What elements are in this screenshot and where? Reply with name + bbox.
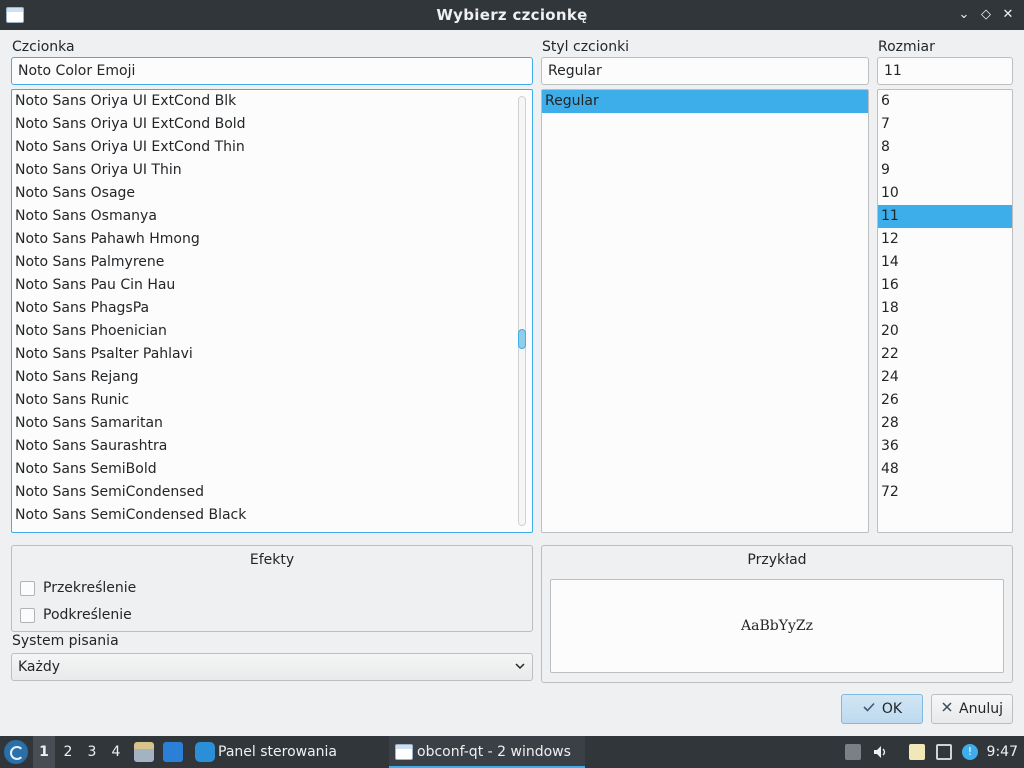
writing-system-label: System pisania [12, 633, 119, 649]
font-list-item[interactable]: Noto Sans Osmanya [12, 205, 532, 228]
size-list-item[interactable]: 20 [878, 320, 1012, 343]
cancel-label: Anuluj [959, 701, 1003, 717]
ok-button[interactable]: OK [841, 694, 923, 724]
size-list-item[interactable]: 8 [878, 136, 1012, 159]
font-list-item[interactable]: Noto Sans Samaritan [12, 412, 532, 435]
preview-text: AaBbYyZz [741, 618, 813, 634]
task-control-panel[interactable]: Panel sterowania [218, 736, 337, 768]
file-manager-icon[interactable] [134, 742, 154, 762]
battery-icon[interactable] [845, 744, 861, 760]
preview-title: Przykład [747, 552, 807, 568]
size-list-item[interactable]: 72 [878, 481, 1012, 504]
font-list-item[interactable]: Noto Sans Pahawh Hmong [12, 228, 532, 251]
clock[interactable]: 9:47 [987, 736, 1018, 768]
font-list[interactable]: Noto Sans Oriya UI ExtCond Blk Noto Sans … [11, 89, 533, 533]
close-icon [941, 701, 953, 717]
font-list-item[interactable]: Noto Sans Rejang [12, 366, 532, 389]
font-list-item[interactable]: Noto Sans SemiCondensed [12, 481, 532, 504]
preview-group: Przykład AaBbYyZz [541, 545, 1013, 683]
strikeout-label: Przekreślenie [43, 580, 137, 596]
desktop-icon[interactable] [163, 742, 183, 762]
size-list-item[interactable]: 11 [878, 205, 1012, 228]
task-obconf[interactable]: obconf-qt - 2 windows [389, 736, 585, 768]
workspace-4[interactable]: 4 [105, 736, 127, 768]
clipboard-icon[interactable] [909, 744, 925, 760]
start-menu-icon[interactable] [4, 740, 28, 764]
size-label: Rozmiar [878, 39, 935, 55]
size-list-item[interactable]: 14 [878, 251, 1012, 274]
window-title: Wybierz czcionkę [436, 6, 588, 24]
task-obconf-label: obconf-qt - 2 windows [417, 744, 571, 760]
style-list-item[interactable]: Regular [542, 90, 868, 113]
minimize-button[interactable]: ⌄ [954, 5, 974, 25]
effects-title: Efekty [249, 552, 295, 568]
checkmark-icon [862, 700, 876, 718]
font-list-item[interactable]: Noto Sans PhagsPa [12, 297, 532, 320]
style-list[interactable]: Regular [541, 89, 869, 533]
font-list-item[interactable]: Noto Sans SemiBold [12, 458, 532, 481]
underline-option[interactable]: Podkreślenie [20, 606, 132, 624]
font-list-item[interactable]: Noto Sans Saurashtra [12, 435, 532, 458]
workspace-1[interactable]: 1 [33, 736, 55, 768]
font-list-item[interactable]: Noto Sans Pau Cin Hau [12, 274, 532, 297]
network-icon[interactable] [936, 744, 952, 760]
size-list-item[interactable]: 7 [878, 113, 1012, 136]
font-input[interactable]: Noto Color Emoji [11, 57, 533, 85]
size-list-item[interactable]: 22 [878, 343, 1012, 366]
size-list-item[interactable]: 48 [878, 458, 1012, 481]
font-list-item[interactable]: Noto Sans Runic [12, 389, 532, 412]
workspace-3[interactable]: 3 [81, 736, 103, 768]
font-list-item[interactable]: Noto Sans Palmyrene [12, 251, 532, 274]
volume-icon[interactable] [872, 744, 888, 760]
font-list-item[interactable]: Noto Sans Osage [12, 182, 532, 205]
font-list-item[interactable]: Noto Sans Oriya UI Thin [12, 159, 532, 182]
ok-label: OK [881, 701, 903, 717]
writing-system-value: Każdy [18, 659, 61, 675]
size-list-item[interactable]: 6 [878, 90, 1012, 113]
size-list-item[interactable]: 36 [878, 435, 1012, 458]
size-list-item[interactable]: 24 [878, 366, 1012, 389]
chevron-down-icon [514, 658, 526, 677]
font-list-scrollbar-thumb[interactable] [518, 329, 526, 349]
font-label: Czcionka [12, 39, 75, 55]
size-list-item[interactable]: 9 [878, 159, 1012, 182]
font-list-item[interactable]: Noto Sans Oriya UI ExtCond Blk [12, 90, 532, 113]
style-label: Styl czcionki [542, 39, 630, 55]
window-titlebar[interactable]: Wybierz czcionkę ⌄ ◇ ✕ [0, 0, 1024, 30]
font-list-item[interactable]: Noto Sans Psalter Pahlavi [12, 343, 532, 366]
size-list-item[interactable]: 18 [878, 297, 1012, 320]
workspace-2[interactable]: 2 [57, 736, 79, 768]
size-list-item[interactable]: 26 [878, 389, 1012, 412]
font-list-item[interactable]: Noto Sans SemiCondensed Black [12, 504, 532, 527]
font-list-item[interactable]: Noto Sans Oriya UI ExtCond Thin [12, 136, 532, 159]
effects-group: Efekty Przekreślenie Podkreślenie [11, 545, 533, 632]
control-panel-icon [195, 742, 215, 762]
size-list-item[interactable]: 10 [878, 182, 1012, 205]
maximize-button[interactable]: ◇ [976, 5, 996, 25]
cancel-button[interactable]: Anuluj [931, 694, 1013, 724]
task-control-panel-label: Panel sterowania [218, 744, 337, 760]
taskbar: 1234 Panel sterowania obconf-qt - 2 wind… [0, 736, 1024, 768]
preview-area: AaBbYyZz [550, 579, 1004, 673]
strikeout-checkbox[interactable] [20, 580, 35, 596]
size-list[interactable]: 6 7 8 9 10 11 12 14 16 18 20 22 24 26 28 36 48 72 [877, 89, 1013, 533]
font-list-item[interactable]: Noto Sans Oriya UI ExtCond Bold [12, 113, 532, 136]
size-list-item[interactable]: 28 [878, 412, 1012, 435]
writing-system-select[interactable]: Każdy [11, 653, 533, 681]
style-input[interactable]: Regular [541, 57, 869, 85]
window-app-icon [395, 744, 413, 760]
notification-icon[interactable]: ! [962, 744, 978, 760]
underline-label: Podkreślenie [43, 607, 132, 623]
strikeout-option[interactable]: Przekreślenie [20, 579, 136, 597]
underline-checkbox[interactable] [20, 607, 35, 623]
font-list-item[interactable]: Noto Sans Phoenician [12, 320, 532, 343]
size-list-item[interactable]: 12 [878, 228, 1012, 251]
size-input[interactable]: 11 [877, 57, 1013, 85]
size-list-item[interactable]: 16 [878, 274, 1012, 297]
close-button[interactable]: ✕ [998, 5, 1018, 25]
font-list-scrollbar[interactable] [518, 96, 526, 526]
